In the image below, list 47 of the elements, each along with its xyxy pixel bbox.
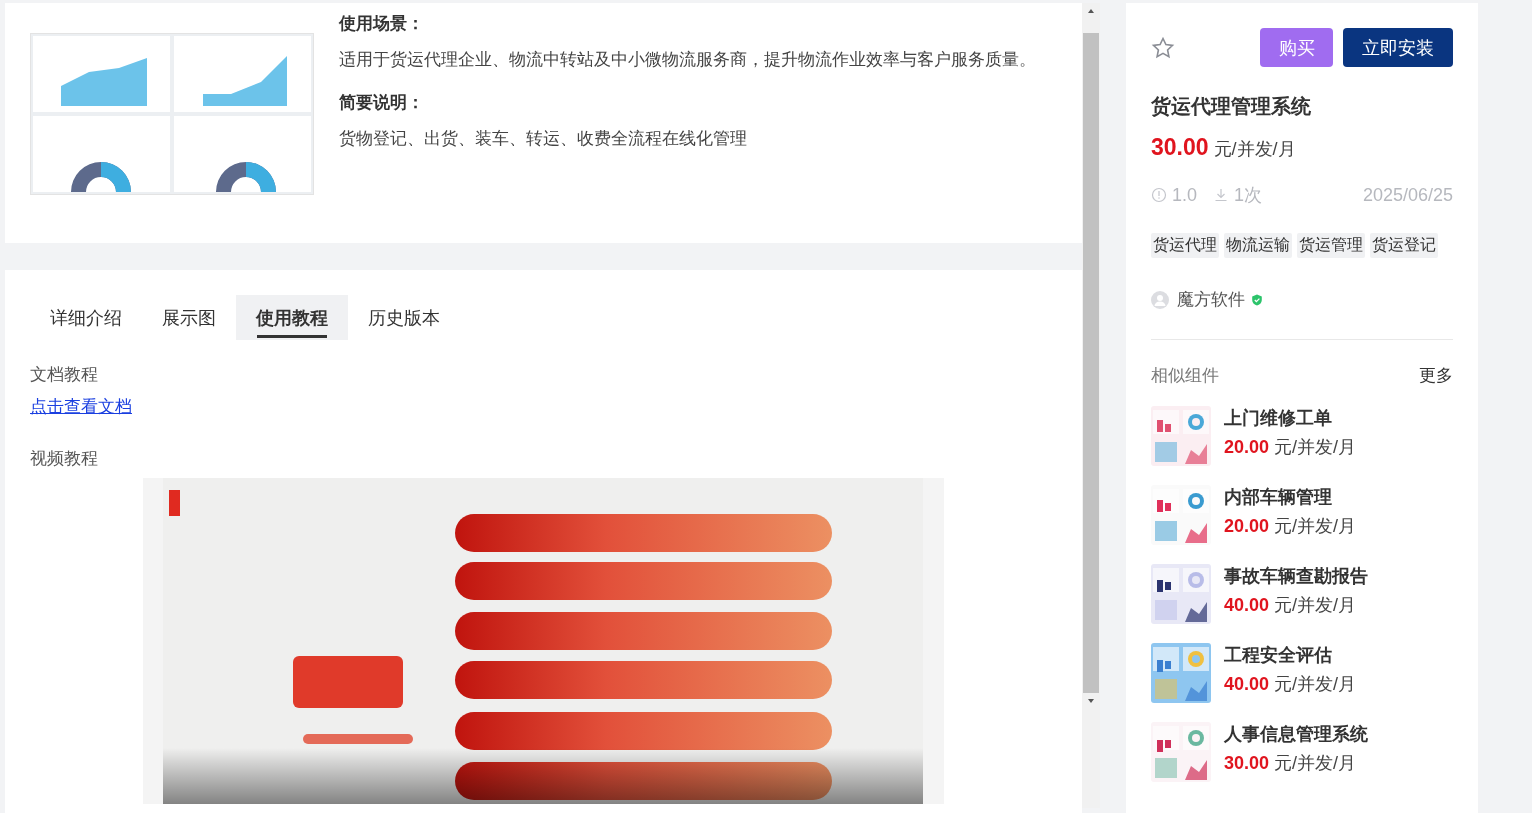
tag[interactable]: 货运登记 xyxy=(1370,233,1438,258)
price-unit: 元/并发/月 xyxy=(1274,752,1357,775)
scrollbar-thumb[interactable] xyxy=(1083,33,1099,693)
download-count: 1次 xyxy=(1234,184,1263,207)
star-icon[interactable] xyxy=(1151,35,1175,60)
product-title: 货运代理管理系统 xyxy=(1151,94,1312,119)
price-unit: 元/并发/月 xyxy=(1274,673,1357,696)
scrollbar[interactable] xyxy=(1082,3,1100,808)
price-unit: 元/并发/月 xyxy=(1274,436,1357,459)
buy-button[interactable]: 购买 xyxy=(1260,28,1333,67)
release-date: 2025/06/25 xyxy=(1362,184,1453,206)
tab[interactable]: 历史版本 xyxy=(348,295,460,340)
price: 30.00 xyxy=(1151,134,1209,161)
tag[interactable]: 货运管理 xyxy=(1297,233,1365,258)
section-heading: 相似组件 xyxy=(1151,365,1219,387)
price: 30.00 xyxy=(1224,753,1270,774)
tab[interactable]: 使用教程 xyxy=(236,295,348,340)
document-link[interactable]: 点击查看文档 xyxy=(30,396,132,418)
download-icon xyxy=(1213,187,1230,203)
more-link[interactable]: 更多 xyxy=(1419,364,1453,387)
price: 20.00 xyxy=(1224,437,1270,458)
tag[interactable]: 物流运输 xyxy=(1224,233,1292,258)
section-text: 货物登记、出货、装车、转运、收费全流程在线化管理 xyxy=(339,128,748,150)
component-name[interactable]: 上门维修工单 xyxy=(1224,406,1357,430)
tag[interactable]: 货运代理 xyxy=(1151,233,1219,258)
component-name[interactable]: 工程安全评估 xyxy=(1224,643,1357,667)
author-name[interactable]: 魔方软件 xyxy=(1177,288,1245,311)
component-name[interactable]: 内部车辆管理 xyxy=(1224,485,1357,509)
avatar-icon xyxy=(1151,290,1169,309)
price: 40.00 xyxy=(1224,674,1270,695)
install-button[interactable]: 立即安装 xyxy=(1343,28,1453,67)
component-name[interactable]: 人事信息管理系统 xyxy=(1224,722,1368,746)
price-unit: 元/并发/月 xyxy=(1213,138,1296,161)
price-unit: 元/并发/月 xyxy=(1274,594,1357,617)
tab[interactable]: 详细介绍 xyxy=(30,295,142,340)
section-heading: 简要说明： xyxy=(339,92,425,114)
section-heading: 视频教程 xyxy=(30,448,98,470)
section-heading: 使用场景： xyxy=(339,13,425,35)
price: 20.00 xyxy=(1224,516,1270,537)
tab[interactable]: 展示图 xyxy=(142,295,236,340)
info-icon xyxy=(1151,187,1167,203)
section-heading: 文档教程 xyxy=(30,364,98,386)
price: 40.00 xyxy=(1224,595,1270,616)
component-name[interactable]: 事故车辆查勘报告 xyxy=(1224,564,1368,588)
price-unit: 元/并发/月 xyxy=(1274,515,1357,538)
version: 1.0 xyxy=(1172,184,1198,206)
section-text: 适用于货运代理企业、物流中转站及中小微物流服务商，提升物流作业效率与客户服务质量。 xyxy=(339,49,1036,71)
